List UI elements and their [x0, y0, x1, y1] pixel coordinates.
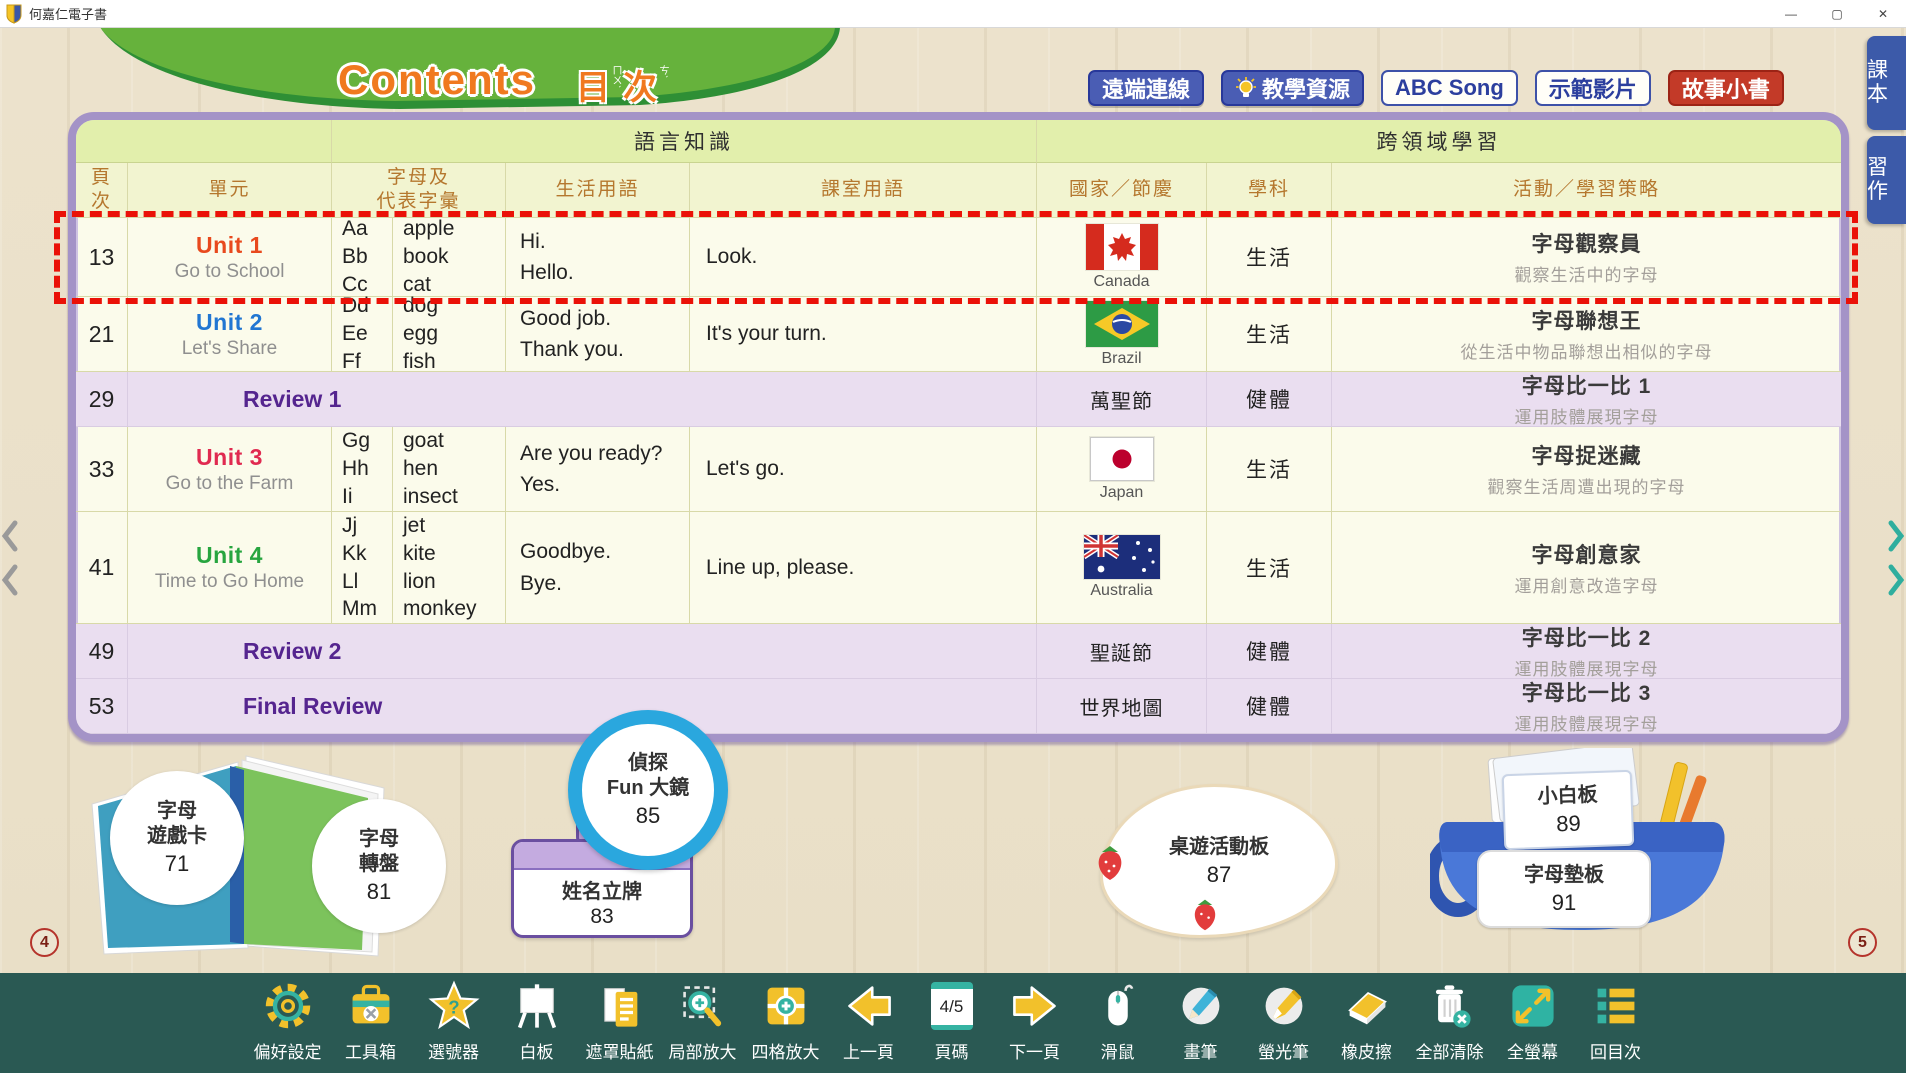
- col-page: 頁次: [76, 163, 128, 218]
- table-row-unit2[interactable]: 21 Unit 2Let's Share Dd Ee Ff dog egg fi…: [76, 297, 1841, 372]
- col-unit: 單元: [128, 163, 332, 218]
- deco-letter-mat: 字母墊板 91: [1477, 850, 1651, 928]
- strawberry-icon: [1188, 896, 1222, 932]
- flag-brazil-icon: [1086, 301, 1158, 347]
- next-page-edge-icon[interactable]: [1886, 517, 1906, 605]
- prev-page-edge-icon[interactable]: [0, 517, 20, 605]
- ebook-app-window: 何嘉仁電子書 — ▢ ✕ Contents 目ㄇㄨˋ 次ㄘˋ 遠端連線 教學資源: [0, 0, 1906, 1073]
- unit-name: Unit 3: [196, 444, 263, 471]
- deco-letter-game-cards: 字母 遊戲卡 71: [110, 771, 244, 905]
- group-cross-domain: 跨領域學習: [1037, 120, 1841, 163]
- table-row-review2[interactable]: 49 Review 2 聖誕節 健體 字母比一比 2運用肢體展現字母: [76, 624, 1841, 679]
- tool-highlighter[interactable]: 螢光筆: [1242, 977, 1325, 1063]
- fullscreen-icon: [1507, 977, 1559, 1035]
- table-row-unit1[interactable]: 13 Unit 1Go to School Aa Bb Cc apple boo…: [76, 218, 1841, 297]
- tool-mouse[interactable]: 滑鼠: [1076, 977, 1159, 1063]
- contents-table: 語言知識 跨領域學習 頁次 單元 字母及 代表字彙 生活用語 課室用語 國家／節…: [68, 112, 1849, 742]
- arrow-left-icon: [843, 977, 895, 1035]
- col-letters: 字母及 代表字彙: [332, 163, 506, 218]
- grid-magnifier-icon: [760, 977, 812, 1035]
- table-column-header: 頁次 單元 字母及 代表字彙 生活用語 課室用語 國家／節慶 學科 活動／學習策…: [76, 163, 1841, 218]
- story-book-button[interactable]: 故事小書: [1668, 70, 1784, 106]
- table-row-unit3[interactable]: 33 Unit 3Go to the Farm Gg Hh Ii goat he…: [76, 427, 1841, 512]
- toc-list-icon: [1590, 977, 1642, 1035]
- tool-clear-all[interactable]: 全部清除: [1408, 977, 1491, 1063]
- table-row-review1[interactable]: 29 Review 1 萬聖節 健體 字母比一比 1運用肢體展現字母: [76, 372, 1841, 427]
- tab-textbook[interactable]: 課本: [1867, 36, 1906, 130]
- close-button[interactable]: ✕: [1860, 0, 1906, 27]
- arrow-right-icon: [1009, 977, 1061, 1035]
- group-language-knowledge: 語言知識: [332, 120, 1037, 163]
- deco-small-whiteboard: 小白板 89: [1502, 770, 1635, 850]
- gear-icon: [262, 977, 314, 1035]
- unit-name: Unit 4: [196, 542, 263, 569]
- tool-pen[interactable]: 畫筆: [1159, 977, 1242, 1063]
- easel-icon: [511, 977, 563, 1035]
- tool-back-to-contents[interactable]: 回目次: [1574, 977, 1657, 1063]
- abc-song-button[interactable]: ABC Song: [1381, 70, 1518, 106]
- tab-workbook[interactable]: 習作: [1867, 136, 1906, 224]
- contents-title-en: Contents: [338, 56, 536, 104]
- tool-toolbox[interactable]: 工具箱: [329, 977, 412, 1063]
- contents-title: Contents 目ㄇㄨˋ 次ㄘˋ: [338, 56, 667, 109]
- col-life: 生活用語: [506, 163, 690, 218]
- remote-connect-button[interactable]: 遠端連線: [1088, 70, 1204, 106]
- flag-canada-icon: [1086, 224, 1158, 270]
- pen-icon: [1175, 977, 1227, 1035]
- teaching-resources-button[interactable]: 教學資源: [1221, 70, 1364, 106]
- tool-eraser[interactable]: 橡皮擦: [1325, 977, 1408, 1063]
- unit-subtitle: Time to Go Home: [155, 571, 304, 593]
- app-logo-icon: [5, 4, 23, 24]
- header-toolbar: 遠端連線 教學資源 ABC Song 示範影片 故事小書: [1088, 70, 1784, 106]
- printed-page-number-left: 4: [30, 928, 59, 957]
- flag-australia-icon: [1084, 535, 1160, 579]
- tool-fullscreen[interactable]: 全螢幕: [1491, 977, 1574, 1063]
- col-subject: 學科: [1207, 163, 1332, 218]
- sticky-note-icon: [594, 977, 646, 1035]
- tool-number-picker[interactable]: ? 選號器: [412, 977, 495, 1063]
- tool-next-page[interactable]: 下一頁: [993, 977, 1076, 1063]
- contents-title-zh: 目ㄇㄨˋ 次ㄘˋ: [576, 60, 667, 109]
- window-title: 何嘉仁電子書: [29, 4, 107, 23]
- maximize-button[interactable]: ▢: [1814, 0, 1860, 27]
- demo-video-button[interactable]: 示範影片: [1535, 70, 1651, 106]
- unit-name: Unit 1: [196, 232, 263, 259]
- strawberry-icon: [1092, 842, 1128, 882]
- star-icon: ?: [428, 977, 480, 1035]
- unit-subtitle: Go to School: [175, 261, 285, 283]
- table-row-final-review[interactable]: 53 Final Review 世界地圖 健體 字母比一比 3運用肢體展現字母: [76, 679, 1841, 734]
- svg-text:?: ?: [448, 997, 459, 1018]
- tool-page-number[interactable]: 4/5 頁碼: [910, 977, 993, 1063]
- tool-quad-zoom[interactable]: 四格放大: [744, 977, 827, 1063]
- unit-subtitle: Go to the Farm: [166, 473, 294, 495]
- deco-detective-magnifier: 偵探 Fun 大鏡 85: [568, 710, 728, 870]
- area-magnifier-icon: [677, 977, 729, 1035]
- toolbox-icon: [345, 977, 397, 1035]
- eraser-icon: [1341, 977, 1393, 1035]
- tool-partial-zoom[interactable]: 局部放大: [661, 977, 744, 1063]
- highlighter-icon: [1258, 977, 1310, 1035]
- trash-icon: [1424, 977, 1476, 1035]
- bottom-toolbar: 偏好設定 工具箱 ?: [0, 973, 1906, 1073]
- minimize-button[interactable]: —: [1768, 0, 1814, 27]
- deco-letter-wheel: 字母 轉盤 81: [312, 799, 446, 933]
- tool-preferences[interactable]: 偏好設定: [246, 977, 329, 1063]
- lightbulb-icon: [1235, 76, 1257, 100]
- flag-japan-icon: [1090, 437, 1154, 481]
- col-activity: 活動／學習策略: [1332, 163, 1841, 218]
- window-titlebar: 何嘉仁電子書 — ▢ ✕: [0, 0, 1906, 28]
- col-classroom: 課室用語: [690, 163, 1037, 218]
- col-country: 國家／節慶: [1037, 163, 1207, 218]
- tool-mask-sticker[interactable]: 遮罩貼紙: [578, 977, 661, 1063]
- printed-page-number-right: 5: [1848, 928, 1877, 957]
- tool-prev-page[interactable]: 上一頁: [827, 977, 910, 1063]
- table-group-header: 語言知識 跨領域學習: [76, 120, 1841, 163]
- unit-subtitle: Let's Share: [182, 338, 278, 360]
- mouse-icon: [1092, 977, 1144, 1035]
- table-row-unit4[interactable]: 41 Unit 4Time to Go Home Jj Kk Ll Mm jet…: [76, 512, 1841, 624]
- page-indicator: 4/5: [931, 977, 973, 1035]
- unit-name: Unit 2: [196, 309, 263, 336]
- tool-whiteboard[interactable]: 白板: [495, 977, 578, 1063]
